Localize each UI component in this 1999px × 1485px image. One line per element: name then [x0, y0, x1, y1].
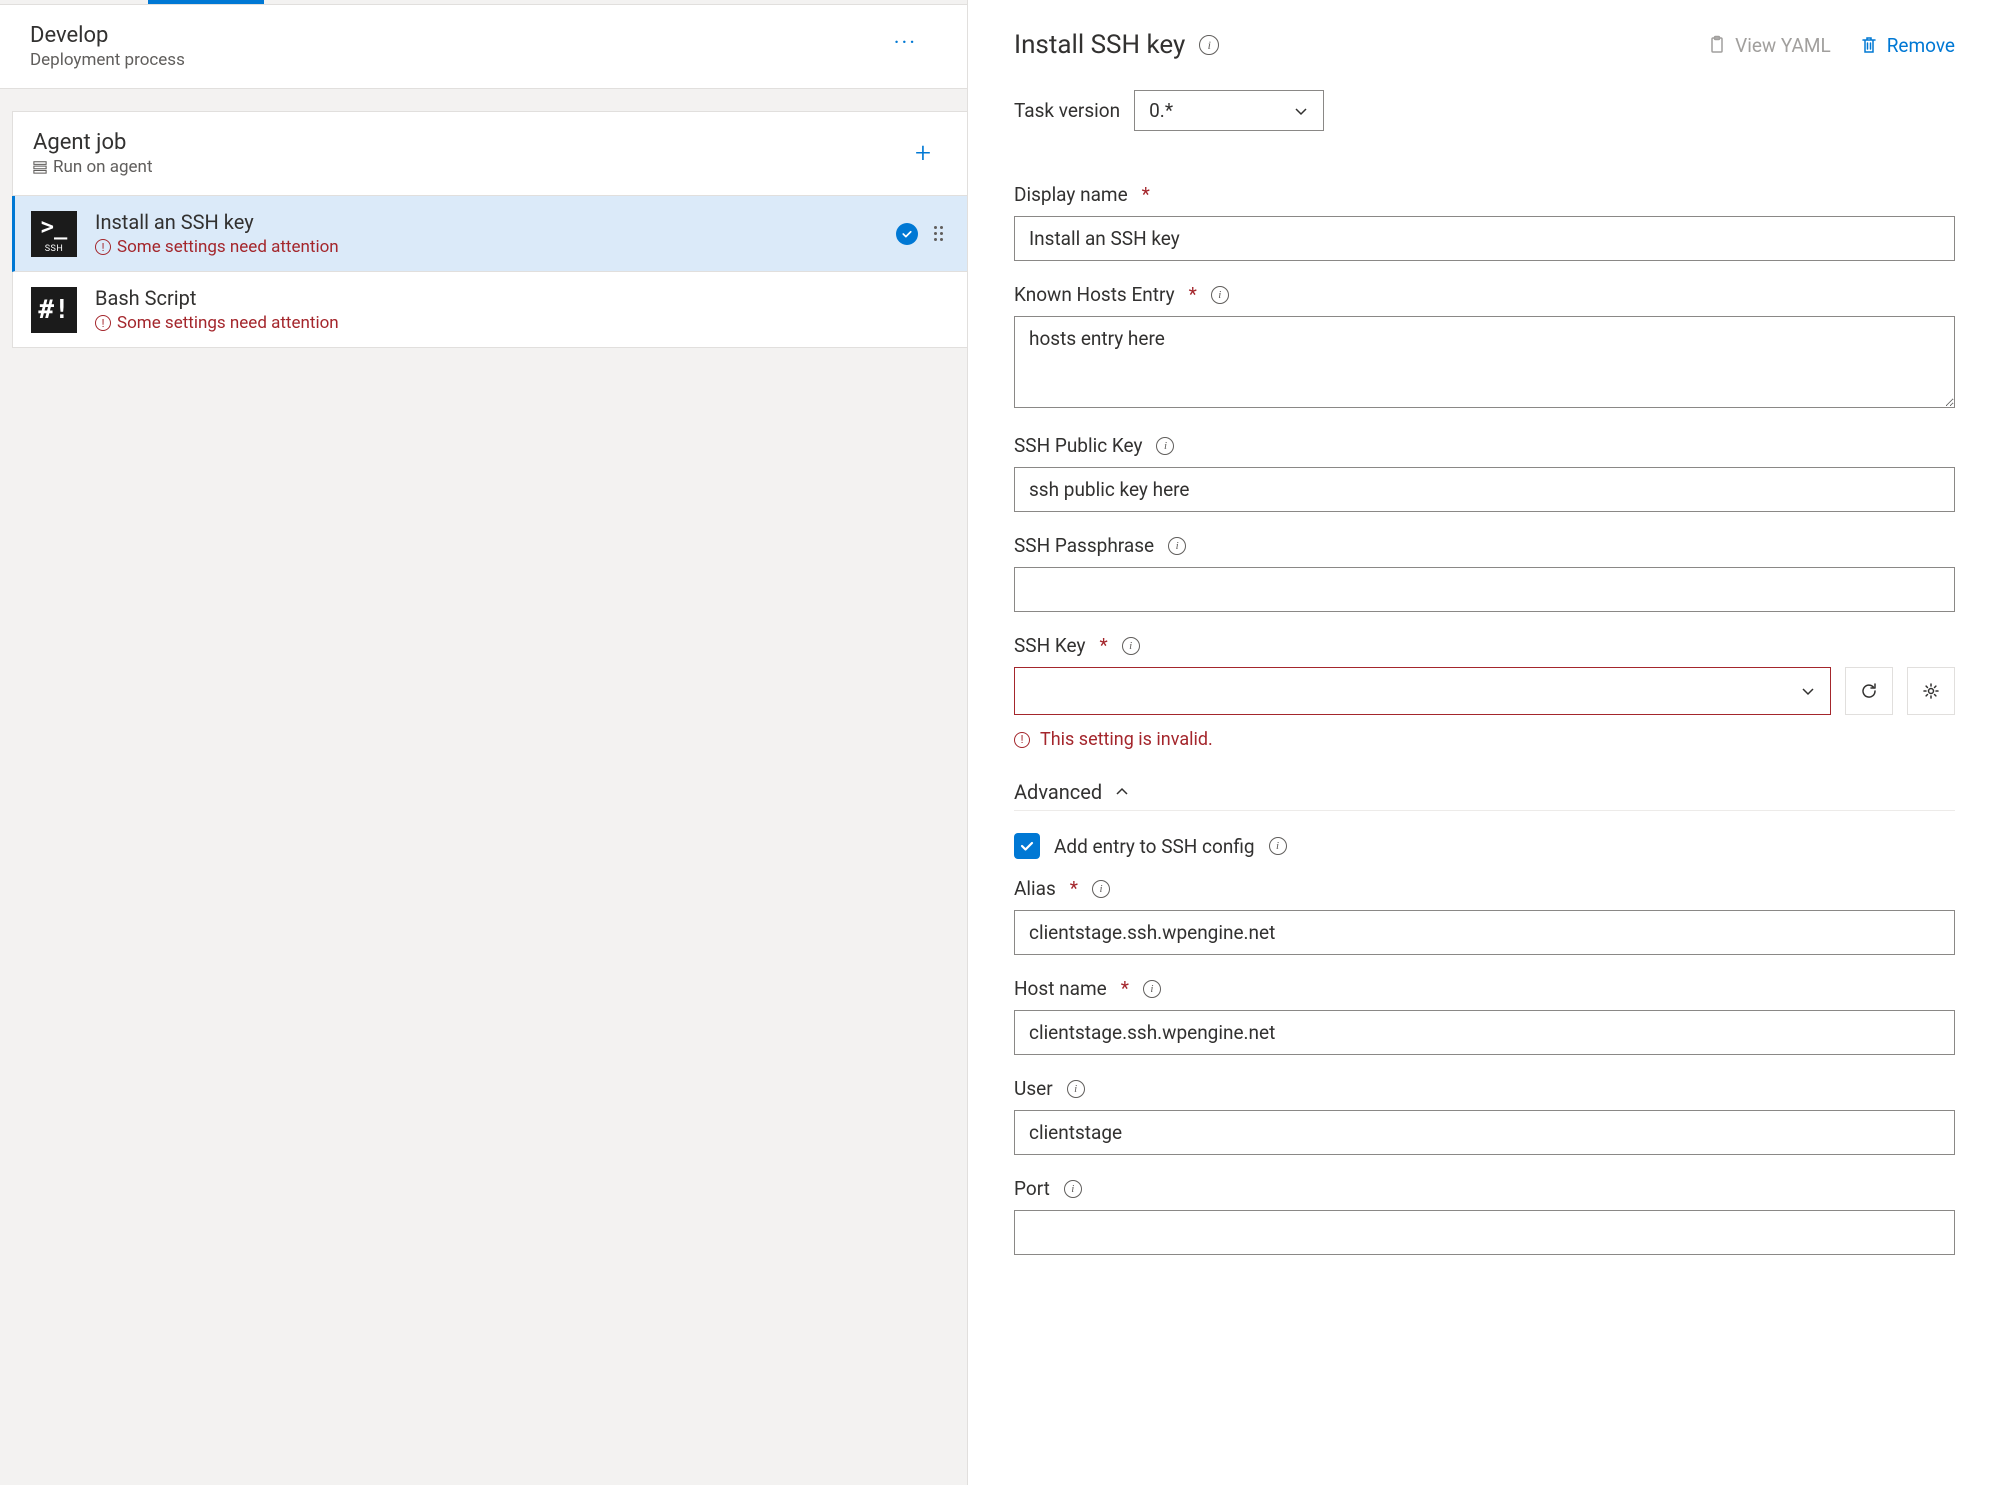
panel-title: Install SSH key i: [1014, 30, 1219, 60]
settings-button[interactable]: [1907, 667, 1955, 715]
task-item-install-ssh-key[interactable]: Install an SSH key ! Some settings need …: [12, 196, 967, 272]
info-icon[interactable]: i: [1122, 637, 1140, 655]
display-name-input[interactable]: [1014, 216, 1955, 261]
user-label: User i: [1014, 1077, 1955, 1100]
info-icon[interactable]: i: [1067, 1080, 1085, 1098]
stage-header[interactable]: Develop Deployment process ···: [0, 4, 967, 89]
ssh-public-key-input[interactable]: [1014, 467, 1955, 512]
view-yaml-label: View YAML: [1735, 34, 1831, 57]
agent-job-header[interactable]: Agent job Run on agent +: [12, 111, 967, 196]
advanced-label: Advanced: [1014, 780, 1102, 804]
info-icon[interactable]: i: [1199, 35, 1219, 55]
task-title: Install an SSH key: [95, 210, 339, 234]
task-warning-text: Some settings need attention: [117, 237, 339, 257]
agent-job-subtitle: Run on agent: [33, 157, 153, 177]
task-warning-text: Some settings need attention: [117, 313, 339, 333]
refresh-button[interactable]: [1845, 667, 1893, 715]
task-version-select[interactable]: 0.*: [1134, 90, 1324, 131]
stage-title: Develop: [30, 23, 185, 48]
task-version-value: 0.*: [1149, 99, 1173, 122]
ssh-passphrase-input[interactable]: [1014, 567, 1955, 612]
hostname-input[interactable]: [1014, 1010, 1955, 1055]
info-icon[interactable]: i: [1211, 286, 1229, 304]
chevron-down-icon: [1800, 683, 1816, 699]
ssh-key-label: SSH Key* i: [1014, 634, 1955, 657]
drag-handle[interactable]: [934, 226, 943, 241]
bash-task-icon: #!: [31, 287, 77, 333]
alias-label: Alias* i: [1014, 877, 1955, 900]
ssh-key-select[interactable]: [1014, 667, 1831, 715]
ssh-key-error: ! This setting is invalid.: [1014, 729, 1955, 750]
view-yaml-button: View YAML: [1707, 34, 1831, 57]
info-icon[interactable]: i: [1092, 880, 1110, 898]
ssh-task-icon: [31, 211, 77, 257]
left-pane: Develop Deployment process ··· Agent job…: [0, 0, 968, 1485]
stage-subtitle: Deployment process: [30, 50, 185, 70]
task-title: Bash Script: [95, 286, 339, 310]
ssh-passphrase-label: SSH Passphrase i: [1014, 534, 1955, 557]
user-input[interactable]: [1014, 1110, 1955, 1155]
advanced-section-toggle[interactable]: Advanced: [1014, 780, 1955, 811]
remove-label: Remove: [1887, 34, 1955, 57]
info-icon[interactable]: i: [1269, 837, 1287, 855]
more-menu-button[interactable]: ···: [894, 23, 937, 56]
hostname-label: Host name* i: [1014, 977, 1955, 1000]
known-hosts-label: Known Hosts Entry* i: [1014, 283, 1955, 306]
port-input[interactable]: [1014, 1210, 1955, 1255]
task-item-bash-script[interactable]: #! Bash Script ! Some settings need atte…: [12, 272, 967, 348]
gear-icon: [1921, 681, 1941, 701]
add-entry-label: Add entry to SSH config: [1054, 835, 1255, 858]
add-task-button[interactable]: +: [915, 130, 939, 169]
alias-input[interactable]: [1014, 910, 1955, 955]
known-hosts-input[interactable]: [1014, 316, 1955, 408]
info-icon[interactable]: i: [1168, 537, 1186, 555]
error-icon: !: [1014, 732, 1030, 748]
agent-job-title: Agent job: [33, 130, 153, 155]
display-name-label: Display name*: [1014, 183, 1955, 206]
trash-icon: [1859, 35, 1879, 55]
server-icon: [33, 160, 47, 174]
add-entry-checkbox[interactable]: [1014, 833, 1040, 859]
ssh-public-key-label: SSH Public Key i: [1014, 434, 1955, 457]
task-warning: ! Some settings need attention: [95, 313, 339, 333]
clipboard-icon: [1707, 35, 1727, 55]
port-label: Port i: [1014, 1177, 1955, 1200]
check-icon: [901, 228, 913, 240]
refresh-icon: [1859, 681, 1879, 701]
info-icon[interactable]: i: [1143, 980, 1161, 998]
panel-title-text: Install SSH key: [1014, 30, 1185, 60]
task-warning: ! Some settings need attention: [95, 237, 339, 257]
info-icon[interactable]: i: [1064, 1180, 1082, 1198]
warning-icon: !: [95, 239, 111, 255]
check-icon: [1019, 838, 1035, 854]
agent-job-subtitle-text: Run on agent: [53, 157, 153, 177]
right-pane: Install SSH key i View YAML Remove Task …: [968, 0, 1999, 1485]
task-check-badge: [896, 223, 918, 245]
warning-icon: !: [95, 315, 111, 331]
info-icon[interactable]: i: [1156, 437, 1174, 455]
chevron-up-icon: [1114, 784, 1130, 800]
task-version-label: Task version: [1014, 99, 1120, 122]
chevron-down-icon: [1293, 103, 1309, 119]
ssh-key-error-text: This setting is invalid.: [1040, 729, 1213, 750]
remove-button[interactable]: Remove: [1859, 34, 1955, 57]
